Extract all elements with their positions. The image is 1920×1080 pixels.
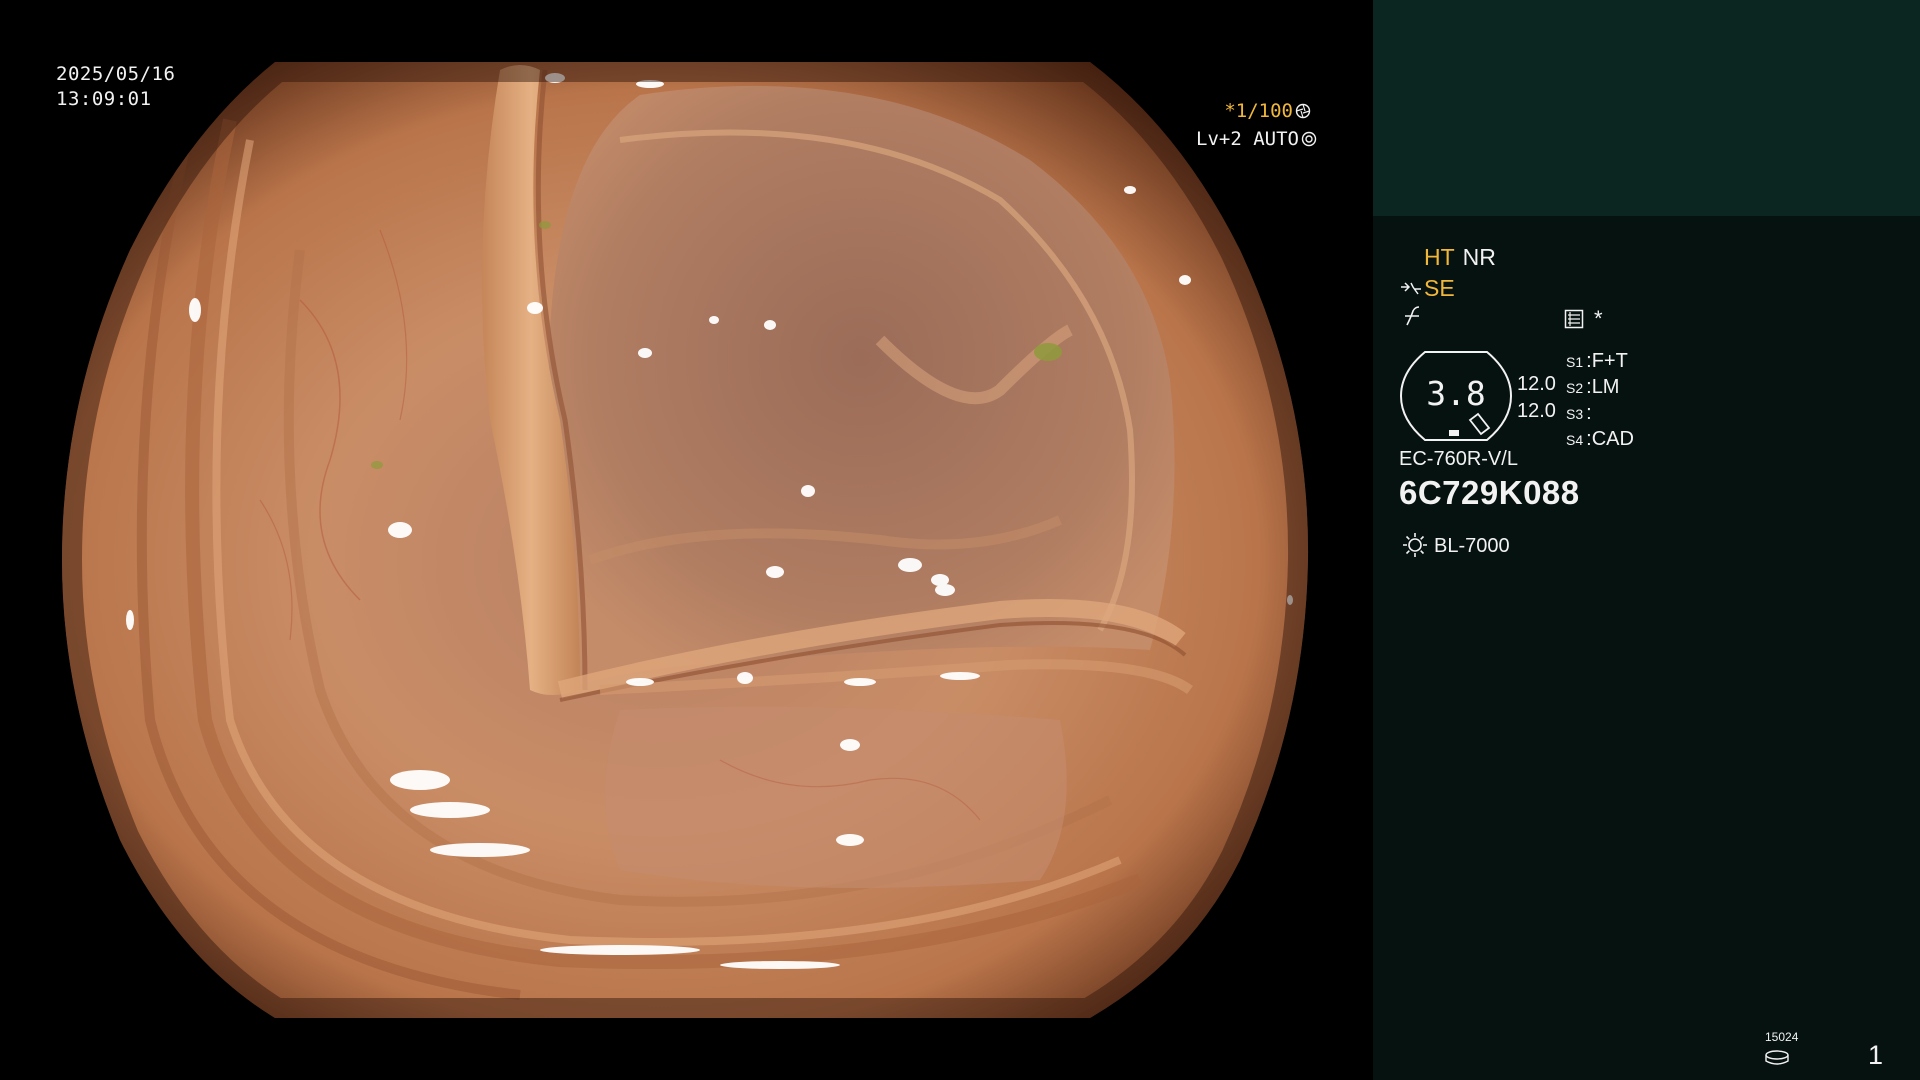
switch-key: S2 (1566, 380, 1584, 396)
switch-row: S1:F+T (1566, 350, 1628, 372)
se-label: SE (1424, 275, 1455, 301)
switch-key: S1 (1566, 354, 1584, 370)
switch-value: CAD (1591, 428, 1634, 450)
shutter-speed-overlay: *1/100 (1224, 99, 1311, 124)
switch-key: S4 (1566, 432, 1584, 448)
switch-value: F+T (1591, 350, 1628, 372)
scope-serial: 6C729K088 (1399, 474, 1580, 511)
scope-model: EC-760R-V/L (1399, 448, 1518, 470)
light-source-row: BL-7000 (1402, 532, 1510, 558)
zoom-value-1: 12.0 (1517, 373, 1556, 395)
iris-mode-text: AUTO (1253, 128, 1299, 150)
switch-value: LM (1591, 376, 1620, 398)
disk-icon (1765, 1050, 1789, 1065)
aperture-icon (1295, 103, 1311, 119)
date-text: 2025/05/16 (56, 63, 176, 85)
shutter-speed-text: 1/100 (1235, 100, 1293, 122)
zoom-values: 12.0 12.0 (1517, 371, 1556, 425)
se-row: SE (1400, 275, 1455, 302)
nr-label: NR (1462, 244, 1496, 270)
info-panel-header (1373, 0, 1920, 216)
structure-star: * (1594, 306, 1603, 331)
light-source-label: BL-7000 (1434, 535, 1510, 557)
datetime-overlay: 2025/05/16 13:09:01 (56, 62, 175, 112)
time-text: 13:09:01 (56, 88, 152, 110)
endoscope-display: 2025/05/16 13:09:01 *1/100 Lv+2 AUTO HT N… (0, 0, 1920, 1080)
ht-label: HT (1424, 244, 1455, 270)
shutter-star: * (1224, 100, 1236, 122)
light-bulb-icon (1403, 533, 1427, 557)
colon-mucosa-image (62, 62, 1309, 1018)
endoscopic-view: 2025/05/16 13:09:01 *1/100 Lv+2 AUTO (0, 0, 1373, 1080)
switch-row: S2:LM (1566, 376, 1620, 398)
structure-row: * (1564, 306, 1603, 332)
iris-overlay: Lv+2 AUTO (1196, 127, 1317, 152)
freeze-icon (1401, 282, 1421, 295)
zoom-value-2: 12.0 (1517, 400, 1556, 422)
switch-key: S3 (1566, 406, 1584, 422)
magnification-badge: 3.8 (1399, 350, 1513, 442)
function-row (1403, 305, 1423, 333)
switch-row: S3: (1566, 402, 1592, 424)
info-panel: HT NR SE * 3.8 12.0 12.0 S1:F+T S2:LM … (1373, 0, 1920, 1080)
switch-assignments: S1:F+T S2:LM S3: S4:CAD (1566, 349, 1634, 453)
structure-icon (1564, 309, 1584, 329)
enhancement-row: HT NR (1424, 244, 1496, 271)
magnification-value: 3.8 (1426, 374, 1486, 413)
function-icon (1405, 306, 1420, 326)
switch-row: S4:CAD (1566, 428, 1634, 450)
iris-level-text: Lv+2 (1196, 128, 1242, 150)
page-number: 1 (1868, 1040, 1884, 1070)
iris-icon (1301, 131, 1317, 147)
